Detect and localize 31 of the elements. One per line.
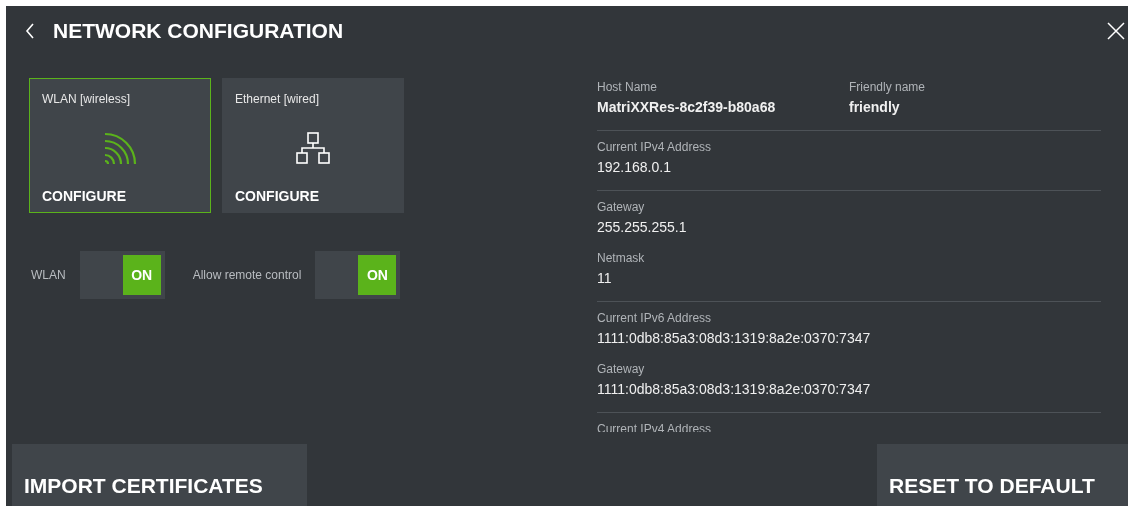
field-label: Gateway [597, 199, 646, 215]
reset-button[interactable]: RESET TO DEFAULT [877, 444, 1128, 506]
field-value: 1111:0db8:85a3:08d3:1319:8a2e:0370:7347 [597, 329, 872, 347]
configure-label: CONFIGURE [235, 188, 319, 204]
configure-label: CONFIGURE [42, 188, 126, 204]
field-value: MatriXXRes-8c2f39-b80a68 [597, 98, 777, 116]
field-value: 192.168.0.1 [597, 158, 672, 176]
field-value: 11 [597, 269, 613, 287]
wifi-icon [103, 132, 137, 166]
toggle-knob: ON [122, 255, 161, 295]
field-label: Netmask [597, 250, 646, 266]
page-title: NETWORK CONFIGURATION [53, 19, 345, 43]
card-label: Ethernet [wired] [235, 92, 320, 106]
network-icon [296, 132, 330, 166]
network-card[interactable]: WLAN [wireless] CONFIGURE [29, 78, 211, 213]
field-label: Host Name [597, 79, 659, 95]
field-value: 255.255.255.1 [597, 218, 688, 236]
card-label: WLAN [wireless] [42, 92, 130, 106]
field-label: Current IPv6 Address [597, 310, 713, 326]
toggle-label: WLAN [31, 268, 66, 282]
field-value: 1111:0db8:85a3:08d3:1319:8a2e:0370:7347 [597, 380, 872, 398]
network-card[interactable]: Ethernet [wired] CONFIGURE [222, 78, 404, 213]
toggle-label: Allow remote control [192, 268, 302, 282]
back-icon[interactable] [25, 23, 35, 39]
field-value: friendly [849, 98, 901, 116]
field-label: Gateway [597, 361, 646, 377]
toggle-knob: ON [358, 255, 397, 295]
import-button[interactable]: IMPORT CERTIFICATES [12, 444, 307, 506]
field-label: Current IPv4 Address [597, 139, 713, 155]
close-icon[interactable] [1107, 22, 1125, 40]
field-label: Friendly name [849, 79, 927, 95]
